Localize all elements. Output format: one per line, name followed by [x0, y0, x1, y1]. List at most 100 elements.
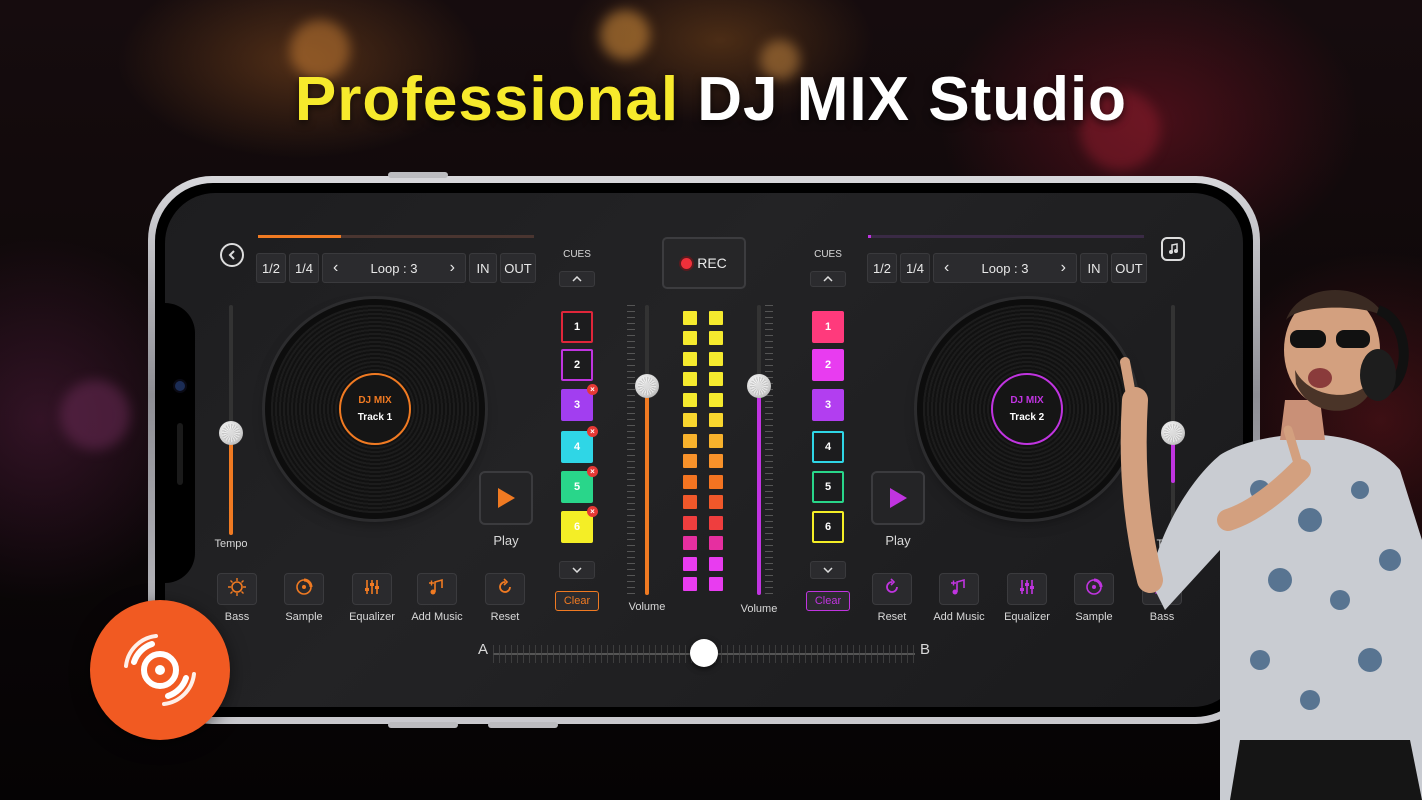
right-volume-knob[interactable]: [747, 374, 771, 399]
cues-left-pad-3[interactable]: 3 ×: [561, 384, 598, 421]
deck-right-equalizer-button[interactable]: [1007, 573, 1047, 605]
right-loop-next-icon[interactable]: ›: [1061, 259, 1066, 277]
equalizer-icon: [362, 577, 382, 602]
cue-pad-number: 6: [824, 521, 832, 533]
remove-cue-icon[interactable]: ×: [587, 466, 598, 477]
vu-meter-cell: [709, 536, 723, 550]
cues-right-pad-3[interactable]: 3: [812, 389, 844, 421]
vu-meter-cell: [709, 310, 723, 325]
right-loop-selector[interactable]: ‹ Loop : 3 ›: [933, 253, 1077, 283]
right-volume-fill: [757, 386, 761, 595]
right-in-button[interactable]: IN: [1080, 253, 1108, 283]
right-volume-ticks: [765, 305, 773, 595]
deck-right-add-music-button[interactable]: [939, 573, 979, 605]
cues-right-pad-6[interactable]: 6: [812, 511, 844, 543]
cue-pad-number: 3: [573, 399, 581, 411]
deck-left-reset-button[interactable]: [485, 573, 525, 605]
deck-left-add-music-button[interactable]: [417, 573, 457, 605]
deck-left-equalizer-button[interactable]: [352, 573, 392, 605]
vu-meter-cell: [709, 413, 723, 427]
right-loop-prev-icon[interactable]: ‹: [944, 259, 949, 277]
left-loop-prev-icon[interactable]: ‹: [333, 259, 338, 277]
cues-right-pad-2[interactable]: 2: [812, 349, 844, 381]
sample-icon: [1084, 577, 1104, 602]
phone-speaker: [177, 423, 183, 485]
right-cues-up-button[interactable]: [810, 271, 846, 287]
left-volume-label: Volume: [628, 601, 666, 613]
vu-meter-cell: [683, 433, 697, 448]
right-quarter-button[interactable]: 1/4: [900, 253, 930, 283]
music-library-icon[interactable]: [1161, 237, 1185, 261]
back-icon[interactable]: [220, 243, 244, 267]
cue-pad-number: 5: [824, 481, 832, 493]
left-loop-selector[interactable]: ‹ Loop : 3 ›: [322, 253, 466, 283]
vu-meter-cell: [709, 351, 723, 366]
crossfader-knob[interactable]: [690, 639, 718, 667]
cues-left-pad-4[interactable]: 4 ×: [561, 426, 598, 463]
phone-side-button: [488, 722, 558, 728]
right-turntable[interactable]: DJ MIX Track 2: [923, 305, 1131, 513]
cues-left-pad-2[interactable]: 2: [561, 349, 593, 381]
left-play-button[interactable]: [479, 471, 533, 525]
right-cues-down-button[interactable]: [810, 561, 846, 579]
right-cues-title: CUES: [814, 249, 842, 260]
cue-pad-number: 2: [824, 359, 832, 371]
rec-button[interactable]: REC: [662, 237, 746, 289]
reset-icon: [495, 577, 515, 602]
vu-meter-cell: [709, 433, 723, 448]
left-volume-knob[interactable]: [635, 374, 659, 399]
cue-pad-number: 2: [573, 359, 581, 371]
remove-cue-icon[interactable]: ×: [587, 384, 598, 395]
dj-person-image: [1120, 290, 1422, 800]
left-cues-up-button[interactable]: [559, 271, 595, 287]
vu-meter-cell: [709, 331, 723, 345]
left-cues-clear-button[interactable]: Clear: [555, 591, 599, 611]
right-loop-label: Loop : 3: [981, 260, 1029, 276]
vu-meter-cell: [683, 413, 697, 427]
dj-disc-icon: [124, 634, 196, 706]
right-disc-track: Track 2: [1009, 412, 1045, 423]
left-out-button[interactable]: OUT: [500, 253, 536, 283]
deck-left-sample-button[interactable]: [284, 573, 324, 605]
remove-cue-icon[interactable]: ×: [587, 506, 598, 517]
right-track-progress[interactable]: [868, 235, 1144, 238]
add-music-icon: [949, 577, 969, 602]
bass-icon: [227, 577, 247, 602]
vu-meter-cell: [709, 495, 723, 509]
tool-label: Add Music: [411, 611, 463, 623]
left-in-button[interactable]: IN: [469, 253, 497, 283]
cues-left-pad-1[interactable]: 1: [561, 311, 593, 343]
right-play-button[interactable]: [871, 471, 925, 525]
left-track-progress[interactable]: [258, 235, 534, 238]
left-loop-next-icon[interactable]: ›: [450, 259, 455, 277]
vu-meter-cell: [683, 392, 697, 407]
left-cues-title: CUES: [563, 249, 591, 260]
vu-meter-cell: [709, 474, 723, 489]
cues-left-pad-6[interactable]: 6 ×: [561, 506, 598, 543]
right-half-button[interactable]: 1/2: [867, 253, 897, 283]
chevron-up-icon: [823, 276, 833, 282]
right-out-button[interactable]: OUT: [1111, 253, 1147, 283]
deck-left-bass-button[interactable]: [217, 573, 257, 605]
camera-icon: [175, 381, 185, 391]
deck-right-sample-button[interactable]: [1074, 573, 1114, 605]
cues-right-pad-1[interactable]: 1: [812, 311, 844, 343]
cue-pad-number: 4: [824, 441, 832, 453]
left-tempo-knob[interactable]: [219, 421, 243, 445]
left-disc-label: DJ MIX Track 1: [339, 373, 411, 445]
cues-right-pad-5[interactable]: 5: [812, 471, 844, 503]
vu-meter-cell: [709, 392, 723, 407]
tool-label: Equalizer: [349, 611, 395, 623]
cues-right-pad-4[interactable]: 4: [812, 431, 844, 463]
left-cues-down-button[interactable]: [559, 561, 595, 579]
right-cues-clear-button[interactable]: Clear: [806, 591, 850, 611]
left-quarter-button[interactable]: 1/4: [289, 253, 319, 283]
left-turntable[interactable]: DJ MIX Track 1: [271, 305, 479, 513]
left-half-button[interactable]: 1/2: [256, 253, 286, 283]
cue-pad-number: 1: [573, 321, 581, 333]
left-disc-title: DJ MIX: [358, 395, 392, 406]
remove-cue-icon[interactable]: ×: [587, 426, 598, 437]
deck-right-reset-button[interactable]: [872, 573, 912, 605]
phone-notch: [155, 303, 195, 583]
cues-left-pad-5[interactable]: 5 ×: [561, 466, 598, 503]
